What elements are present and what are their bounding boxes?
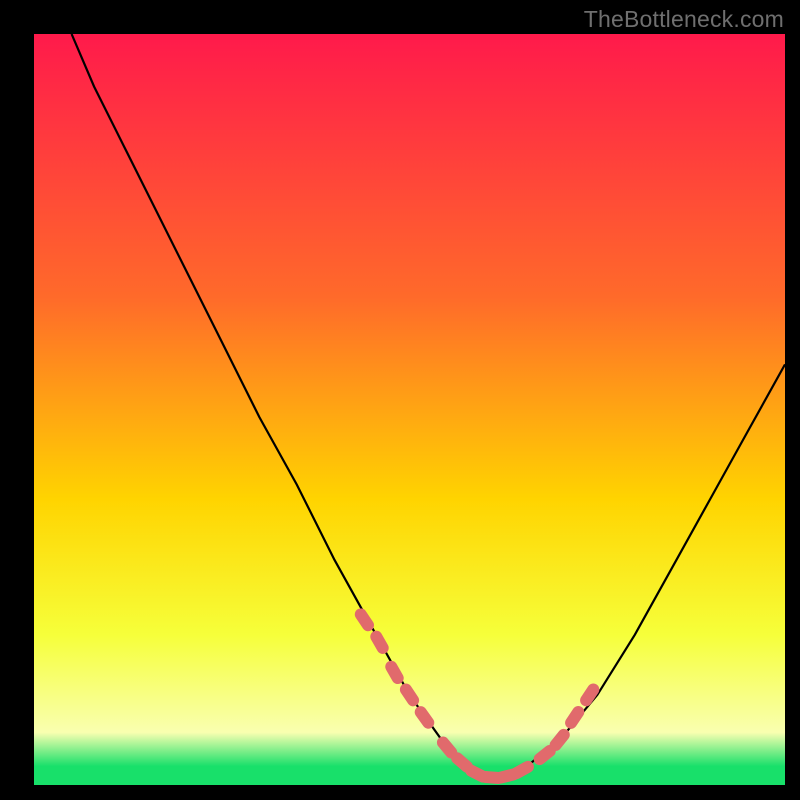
marker-point: [398, 682, 420, 708]
chart-frame: TheBottleneck.com: [0, 0, 800, 800]
watermark-text: TheBottleneck.com: [584, 6, 784, 33]
bottleneck-curve: [72, 34, 785, 778]
chart-svg: [34, 34, 785, 785]
marker-point: [509, 759, 535, 780]
marker-point: [384, 659, 405, 685]
marker-point: [413, 704, 436, 730]
marker-point: [353, 607, 375, 633]
marker-point: [369, 629, 390, 655]
marker-point: [563, 704, 585, 730]
highlighted-markers: [353, 607, 601, 784]
marker-point: [548, 727, 572, 753]
